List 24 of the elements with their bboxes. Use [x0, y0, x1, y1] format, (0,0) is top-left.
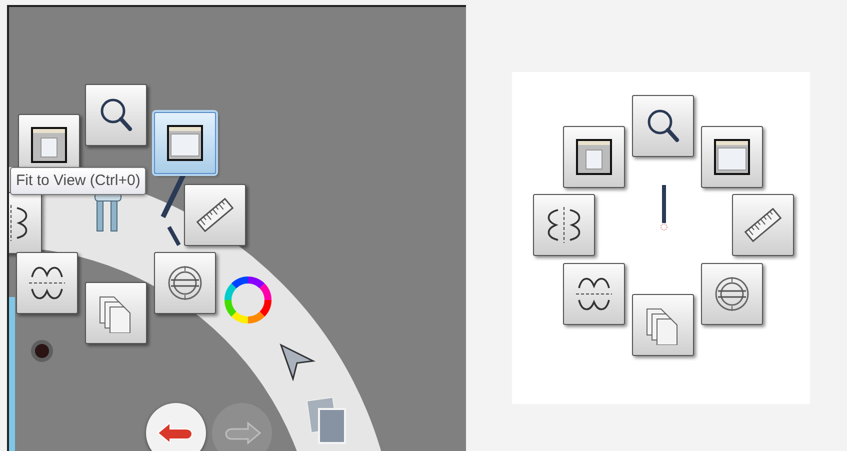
- cursor-arrow-icon: [277, 341, 317, 381]
- tool-button[interactable]: [533, 194, 595, 256]
- layers-icon: [305, 397, 349, 447]
- tool-button[interactable]: [563, 263, 625, 325]
- tool-button[interactable]: [632, 294, 694, 356]
- tool-button[interactable]: [701, 263, 763, 325]
- tool-button[interactable]: [85, 84, 147, 146]
- pen-cursor-icon: [658, 185, 670, 233]
- tool-button[interactable]: [85, 282, 147, 344]
- tool-button[interactable]: [16, 252, 78, 314]
- tool-button[interactable]: [154, 252, 216, 314]
- window-fit-icon: [165, 123, 205, 163]
- tool-button[interactable]: [184, 184, 246, 246]
- undo-button[interactable]: [146, 403, 206, 451]
- tool-button[interactable]: [563, 126, 625, 188]
- tool-button[interactable]: [632, 95, 694, 157]
- tool-button[interactable]: [701, 126, 763, 188]
- tooltip: Fit to View (Ctrl+0): [10, 167, 146, 195]
- tool-button[interactable]: [154, 112, 216, 174]
- window-center-icon: [29, 125, 69, 165]
- color-wheel-icon: [223, 275, 273, 325]
- window-fit-icon: [712, 137, 752, 177]
- window-center-icon: [574, 137, 614, 177]
- tool-button[interactable]: [732, 194, 794, 256]
